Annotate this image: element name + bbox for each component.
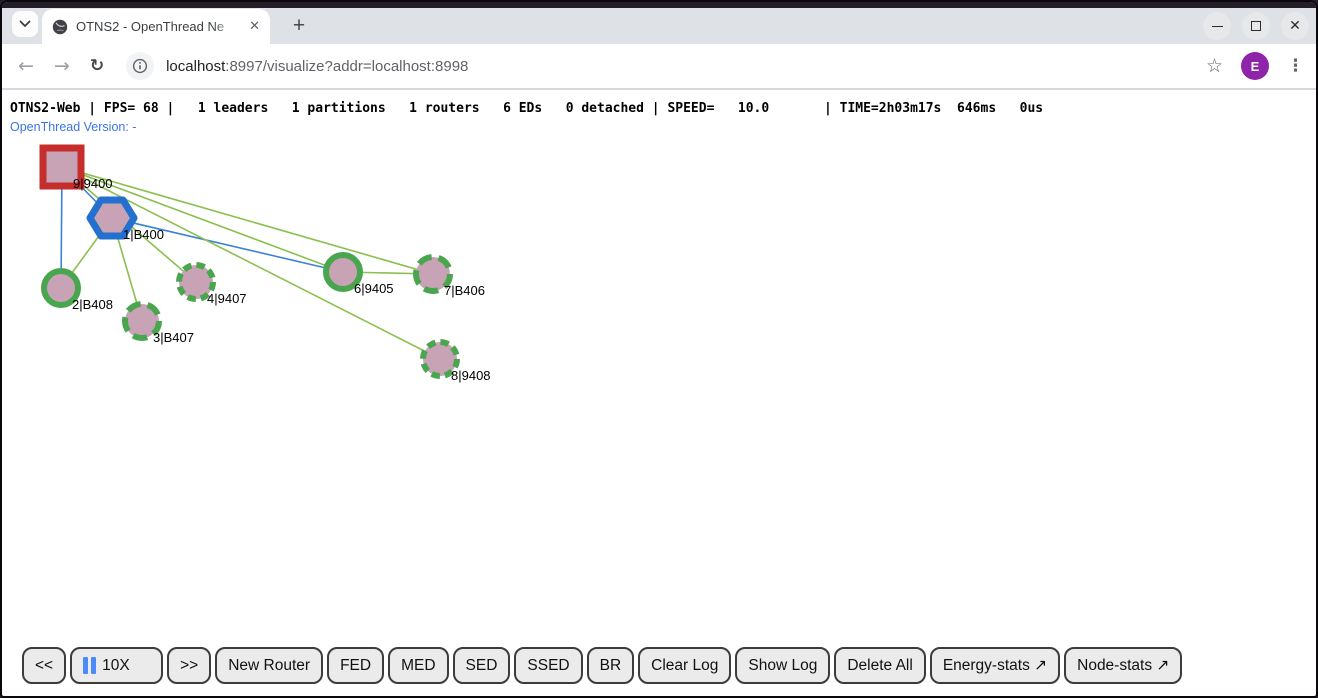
tab-strip: OTNS2 - OpenThread Ne ✕ + ✕ [2,8,1316,44]
action-toolbar: << 10X >> New Router FED MED SED SSED BR Clear Lo… [22,647,1182,684]
new-router-button[interactable]: New Router [215,647,323,684]
fast-forward-button[interactable]: >> [167,647,211,684]
browser-menu-icon[interactable]: ⋮ [1287,56,1304,76]
network-canvas[interactable]: 9|9400 1|B400 2|B408 3|B407 4|9407 6|9405 7|B4… [2,90,1316,692]
tab-close-icon[interactable]: ✕ [249,19,260,34]
pause-icon [83,657,96,674]
button-label: << [35,657,53,675]
window-controls: ✕ [1203,12,1309,40]
button-label: 10X [102,657,130,675]
back-button[interactable]: ← [18,57,34,76]
node-label-7: 7|B406 [444,283,485,298]
node-label-9: 9|9400 [73,176,113,191]
site-info-button[interactable] [126,52,154,80]
toolbar-right: ☆ E ⋮ [1206,52,1304,80]
button-label: Node-stats ↗ [1077,656,1169,675]
forward-button[interactable]: → [54,57,70,76]
sed-button[interactable]: SED [453,647,511,684]
button-label: FED [340,657,371,675]
button-label: >> [180,657,198,675]
button-label: SED [466,657,498,675]
simulation-status-bar: OTNS2-Web | FPS= 68 | 1 leaders 1 partit… [10,101,1043,116]
minimize-button[interactable] [1203,12,1231,40]
profile-avatar[interactable]: E [1241,52,1269,80]
info-icon [132,58,148,74]
close-button[interactable]: ✕ [1281,12,1309,40]
button-label: SSED [527,657,569,675]
button-label: Show Log [748,657,817,675]
openthread-version-link[interactable]: OpenThread Version: - [10,120,136,134]
delete-all-button[interactable]: Delete All [834,647,925,684]
address-bar[interactable]: localhost:8997/visualize?addr=localhost:… [166,58,468,75]
browser-window: OTNS2 - OpenThread Ne ✕ + ✕ ← → ↻ localh… [0,0,1318,698]
speed-button[interactable]: 10X [70,647,163,684]
med-button[interactable]: MED [388,647,448,684]
fed-button[interactable]: FED [327,647,384,684]
url-path: :8997/visualize?addr=localhost:8998 [225,58,468,75]
button-label: Energy-stats ↗ [943,656,1047,675]
node-label-2: 2|B408 [72,297,113,312]
br-button[interactable]: BR [587,647,635,684]
page-content: OTNS2-Web | FPS= 68 | 1 leaders 1 partit… [2,90,1316,692]
button-label: MED [401,657,435,675]
rewind-button[interactable]: << [22,647,66,684]
reload-button[interactable]: ↻ [90,58,104,75]
node-label-4: 4|9407 [207,291,247,306]
link-9-8 [62,167,440,359]
url-host: localhost [166,58,225,75]
button-label: New Router [228,657,310,675]
tab-search-button[interactable] [12,11,38,37]
node-label-1: 1|B400 [123,227,164,242]
new-tab-button[interactable]: + [285,12,313,40]
clear-log-button[interactable]: Clear Log [638,647,731,684]
bookmark-star-icon[interactable]: ☆ [1206,55,1223,77]
tab-otns2[interactable]: OTNS2 - OpenThread Ne ✕ [42,9,270,44]
node-stats-button[interactable]: Node-stats ↗ [1064,647,1182,684]
tab-title: OTNS2 - OpenThread Ne [76,19,243,34]
button-label: BR [600,657,622,675]
energy-stats-button[interactable]: Energy-stats ↗ [930,647,1060,684]
close-icon: ✕ [1289,19,1301,33]
node-label-3: 3|B407 [153,330,194,345]
browser-toolbar: ← → ↻ localhost:8997/visualize?addr=loca… [2,44,1316,90]
button-label: Delete All [847,657,912,675]
node-label-6: 6|9405 [354,281,394,296]
chevron-down-icon [19,20,31,28]
ssed-button[interactable]: SSED [514,647,582,684]
maximize-button[interactable] [1242,12,1270,40]
show-log-button[interactable]: Show Log [735,647,830,684]
favicon-globe-icon [52,19,68,35]
button-label: Clear Log [651,657,718,675]
maximize-icon [1251,21,1261,31]
node-label-8: 8|9408 [451,368,491,383]
minimize-icon [1212,26,1223,27]
